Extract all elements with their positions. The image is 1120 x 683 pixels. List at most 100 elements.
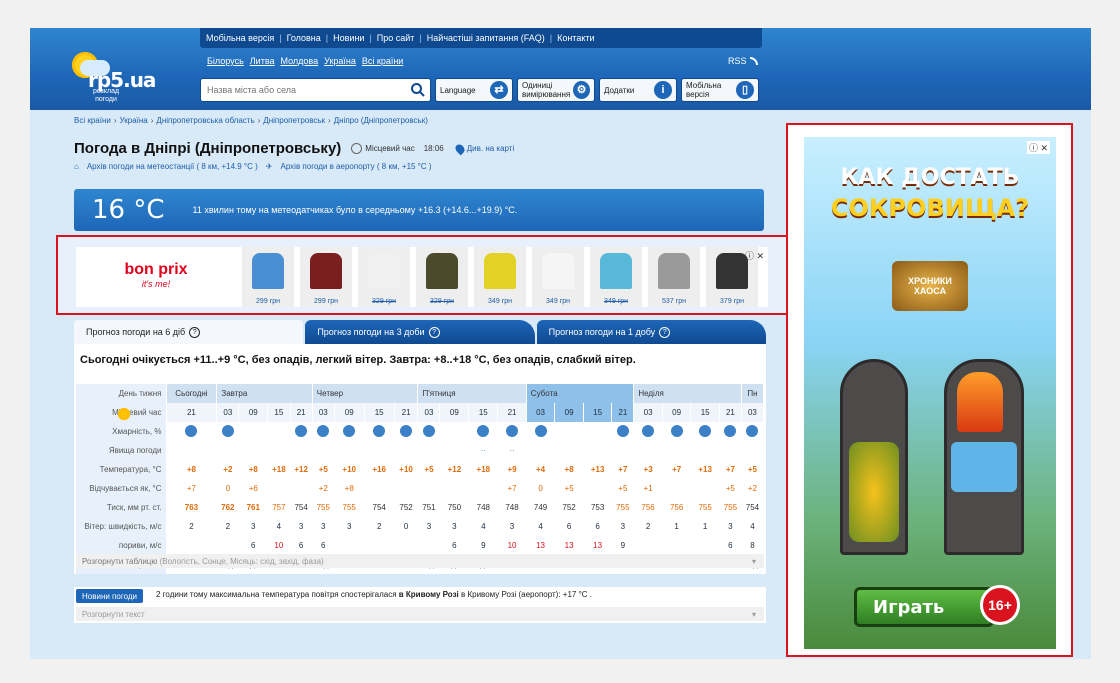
breadcrumb-current[interactable]: Дніпро (Дніпропетровськ) [334, 116, 428, 125]
language-icon: ⇄ [490, 81, 508, 99]
search-input[interactable] [201, 79, 401, 101]
cloud-icon[interactable] [343, 424, 356, 437]
country-belarus[interactable]: Білорусь [207, 56, 244, 66]
cloud-cell [417, 422, 441, 441]
country-ukraine[interactable]: Україна [324, 56, 356, 66]
top-banner-ad[interactable]: bon prix it's me! 299 грн 299 грн 329 грн 3… [76, 247, 768, 307]
cloud-icon[interactable] [534, 424, 547, 437]
sun-cloud-icon[interactable] [118, 408, 130, 420]
help-icon[interactable]: ? [189, 326, 201, 338]
search-icon[interactable] [410, 82, 426, 98]
expand-news-button[interactable]: Розгорнути текст ▾ [76, 607, 764, 621]
temp-cell: +5 [741, 460, 765, 479]
country-lithuania[interactable]: Литва [250, 56, 275, 66]
breadcrumb-region[interactable]: Дніпропетровська область [156, 116, 254, 125]
cloud-cell [118, 408, 613, 441]
cloud-icon[interactable] [642, 424, 655, 437]
nav-contacts[interactable]: Контакти [557, 33, 594, 43]
tshirt-image [368, 253, 400, 289]
cloud-icon[interactable] [400, 424, 413, 437]
units-button[interactable]: Одиниці вимірювання ⚙ [517, 78, 595, 102]
cloud-icon[interactable] [699, 424, 712, 437]
nav-home[interactable]: Головна [287, 33, 321, 43]
addons-button[interactable]: Додатки i [599, 78, 677, 102]
rss-label: RSS [728, 56, 747, 66]
wind-cell: 1 [690, 517, 720, 536]
archive-station-link[interactable]: Архів погоди на метеостанції ( 8 км, +14… [87, 162, 258, 171]
cloud-icon[interactable] [317, 424, 330, 437]
tab-1-day[interactable]: Прогноз погоди на 1 добу ? [536, 320, 766, 344]
rss-link[interactable]: RSS [728, 56, 758, 66]
forecast-table: День тижня Сьогодні Завтра Четвер П'ятниця Су… [76, 384, 765, 574]
ad-product-item[interactable]: 537 грн [648, 247, 700, 307]
cloud-icon[interactable] [670, 424, 683, 437]
cloud-cell [334, 422, 365, 441]
cloud-icon[interactable] [422, 424, 435, 437]
rain-icon[interactable]: ·· [509, 446, 514, 455]
time-cell: 09 [554, 403, 584, 422]
gusts-cell: 9 [468, 536, 499, 555]
cloud-icon[interactable] [477, 424, 490, 437]
cloud-cell [118, 408, 269, 441]
breadcrumb-city[interactable]: Дніпропетровськ [263, 116, 325, 125]
cloud-cell [468, 422, 499, 441]
news-text-c: в Кривому Розі (аеропорт): +17 °C . [458, 590, 592, 599]
mobile-button[interactable]: Мобільна версія ▯ [681, 78, 759, 102]
country-all[interactable]: Всі країни [362, 56, 403, 66]
time-row: Місцевий час 21 03 09 15 21 03 09 15 21 03 09 15 21 03… [76, 403, 765, 422]
nav-about[interactable]: Про сайт [377, 33, 415, 43]
ad-close-icon[interactable]: ⓘ ✕ [1026, 141, 1050, 154]
nav-news[interactable]: Новини [333, 33, 364, 43]
day-cell: Пн [741, 384, 765, 403]
country-moldova[interactable]: Молдова [281, 56, 319, 66]
row-label: Температура, °C [76, 460, 167, 479]
ad-product-item[interactable]: 299 грн [242, 247, 294, 307]
wind-cell: 4 [468, 517, 499, 536]
day-cell: Сьогодні [166, 384, 218, 403]
language-button[interactable]: Language ⇄ [435, 78, 513, 102]
wind-cell: 1 [662, 517, 692, 536]
ad-product-item[interactable]: 299 грн [300, 247, 352, 307]
ad-product-item[interactable]: 329 грн [416, 247, 468, 307]
feels-cell [583, 479, 613, 498]
pressure-cell: 750 [439, 498, 470, 517]
help-icon[interactable]: ? [428, 326, 440, 338]
ad-product-item[interactable]: 329 грн [358, 247, 410, 307]
rain-icon[interactable]: ·· [481, 446, 486, 455]
side-ad[interactable]: ⓘ ✕ КАК ДОСТАТЬ СОКРОВИЩА? ХРОНИКИ ХАОСА… [804, 137, 1056, 649]
breadcrumb-all-countries[interactable]: Всі країни [74, 116, 111, 125]
cloud-icon[interactable] [221, 424, 234, 437]
row-label: Тиск, мм рт. ст. [76, 498, 167, 517]
breadcrumb-ukraine[interactable]: Україна [120, 116, 148, 125]
ad-play-button[interactable]: Играть [854, 587, 994, 627]
ad-close-icon[interactable]: ⓘ ✕ [745, 249, 764, 262]
help-icon[interactable]: ? [659, 326, 671, 338]
feels-cell [439, 479, 470, 498]
phenom-cell [417, 441, 441, 460]
gusts-cell [417, 536, 441, 555]
cloud-icon[interactable] [373, 424, 386, 437]
cloud-icon[interactable] [724, 424, 737, 437]
cloud-icon[interactable] [295, 424, 308, 437]
ad-product-item[interactable]: 349 грн [532, 247, 584, 307]
cloud-icon[interactable] [616, 424, 629, 437]
ad-product-item[interactable]: 349 грн [474, 247, 526, 307]
cloud-icon[interactable] [185, 424, 198, 437]
cloud-cell [364, 422, 395, 441]
tab-3-days[interactable]: Прогноз погоди на 3 доби ? [305, 320, 535, 344]
tab-6-days[interactable]: Прогноз погоди на 6 діб ? [74, 320, 304, 344]
expand-table-button[interactable]: Розгорнути таблицю (Вологість, Сонце, Мі… [76, 554, 764, 568]
cloud-icon[interactable] [506, 424, 519, 437]
nav-mobile[interactable]: Мобільна версія [206, 33, 274, 43]
time-cell: 03 [741, 403, 765, 422]
ad-game-emblem: ХРОНИКИ ХАОСА [892, 261, 968, 311]
ad-product-item[interactable]: 349 грн [590, 247, 642, 307]
temp-cell: +7 [719, 460, 742, 479]
ad-brand-logo[interactable]: bon prix it's me! [76, 247, 236, 307]
nav-faq[interactable]: Найчастіші запитання (FAQ) [427, 33, 545, 43]
archive-airport-link[interactable]: Архів погоди в аеропорту ( 8 км, +15 °C … [280, 162, 431, 171]
map-link[interactable]: Див. на карті [453, 142, 514, 155]
cloud-icon[interactable] [746, 424, 759, 437]
temp-cell: +7 [662, 460, 692, 479]
gusts-cell: 6 [238, 536, 269, 555]
